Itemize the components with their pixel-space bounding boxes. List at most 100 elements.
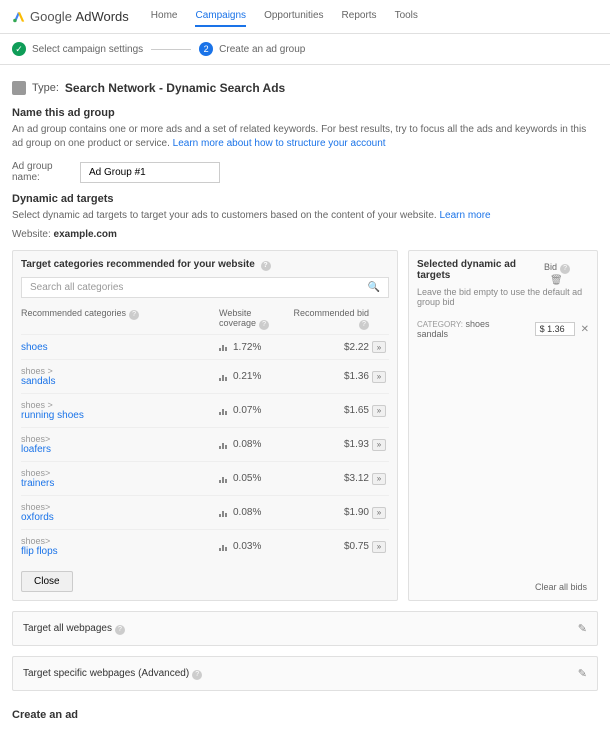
adgroup-name-input[interactable] [80, 162, 220, 183]
help-icon[interactable]: ? [192, 670, 202, 680]
cat-parent: shoes > [21, 366, 219, 376]
bid-value: $3.12 [289, 473, 369, 484]
step-1: ✓ Select campaign settings [12, 42, 143, 56]
category-row: shoes >running shoes0.07%$1.65» [21, 393, 389, 427]
close-button[interactable]: Close [21, 571, 73, 592]
add-category-button[interactable]: » [372, 439, 386, 451]
help-icon[interactable]: ? [261, 261, 271, 271]
target-specific-webpages-row[interactable]: Target specific webpages (Advanced)? ✎ [12, 656, 598, 691]
category-row: shoes>trainers 0.05% $3.12» [21, 461, 389, 495]
cat-parent: shoes> [21, 468, 219, 478]
cat-link[interactable]: flip flops [21, 546, 58, 557]
target-all-label: Target all webpages [23, 623, 112, 634]
category-row: shoes>loafers 0.08% $1.93» [21, 427, 389, 461]
bar-chart-icon [219, 509, 229, 517]
add-category-button[interactable]: » [372, 341, 386, 353]
add-category-button[interactable]: » [372, 473, 386, 485]
recommended-categories-panel: Target categories recommended for your w… [12, 250, 398, 601]
learn-structure-link[interactable]: Learn more about how to structure your a… [173, 138, 386, 149]
cat-link[interactable]: trainers [21, 478, 54, 489]
adgroup-name-label: Ad group name: [12, 161, 72, 183]
bid-value: $0.75 [289, 541, 369, 552]
category-row: shoes >sandals 0.21% $1.36» [21, 359, 389, 393]
website-label: Website: [12, 229, 51, 240]
targets-learn-link[interactable]: Learn more [439, 210, 490, 221]
target-all-webpages-row[interactable]: Target all webpages? ✎ [12, 611, 598, 646]
right-panel-title: Selected dynamic ad targets [417, 259, 544, 281]
bid-value: $1.93 [289, 439, 369, 450]
nav-home[interactable]: Home [151, 6, 178, 27]
cat-parent: shoes> [21, 536, 219, 546]
step-2: 2 Create an ad group [199, 42, 305, 56]
bid-value: $1.36 [289, 371, 369, 382]
type-value: Search Network - Dynamic Search Ads [65, 81, 285, 95]
adwords-logo-icon [12, 10, 26, 24]
selected-targets-panel: Selected dynamic ad targets Bid? 🗑 Leave… [408, 250, 598, 601]
website-value: example.com [54, 229, 117, 240]
cat-link[interactable]: running shoes [21, 410, 84, 421]
add-category-button[interactable]: » [372, 507, 386, 519]
cat-parent: shoes > [21, 400, 219, 410]
bid-input[interactable]: $ 1.36 [535, 322, 575, 336]
category-row: shoes>oxfords0.08%$1.90» [21, 495, 389, 529]
sel-cat-label: CATEGORY: [417, 320, 463, 329]
nav-opportunities[interactable]: Opportunities [264, 6, 323, 27]
cat-link[interactable]: shoes [21, 342, 48, 353]
bid-col-label: Bid [544, 262, 557, 272]
type-label: Type: [32, 82, 59, 94]
add-category-button[interactable]: » [372, 405, 386, 417]
step-number-icon: 2 [199, 42, 213, 56]
left-panel-title: Target categories recommended for your w… [21, 259, 255, 270]
nav-campaigns[interactable]: Campaigns [195, 6, 246, 27]
search-icon: 🔍 [368, 282, 380, 293]
nav-reports[interactable]: Reports [342, 6, 377, 27]
name-section-title: Name this ad group [12, 107, 598, 119]
edit-icon[interactable]: ✎ [578, 667, 587, 680]
remove-target-icon[interactable]: ✕ [581, 324, 589, 335]
category-row: shoes 1.72% $2.22» [21, 334, 389, 359]
help-icon[interactable]: ? [115, 625, 125, 635]
help-icon[interactable]: ? [560, 264, 570, 274]
step-connector [151, 49, 191, 50]
cat-link[interactable]: oxfords [21, 512, 54, 523]
cat-parent: shoes> [21, 434, 219, 444]
coverage-value: 1.72% [233, 342, 261, 353]
edit-icon[interactable]: ✎ [578, 622, 587, 635]
campaign-type-icon [12, 81, 26, 95]
cat-link[interactable]: loafers [21, 444, 51, 455]
bar-chart-icon [219, 441, 229, 449]
help-icon[interactable]: ? [259, 320, 269, 330]
nav-tools[interactable]: Tools [395, 6, 418, 27]
step-1-label: Select campaign settings [32, 44, 143, 55]
bid-value: $2.22 [289, 342, 369, 353]
coverage-value: 0.08% [233, 507, 261, 518]
search-placeholder: Search all categories [30, 282, 123, 293]
coverage-value: 0.07% [233, 405, 261, 416]
bar-chart-icon [219, 475, 229, 483]
category-search-input[interactable]: Search all categories 🔍 [21, 277, 389, 298]
col-bid: Recommended bid [293, 308, 369, 318]
coverage-value: 0.08% [233, 439, 261, 450]
create-ad-heading: Create an ad [12, 709, 598, 721]
targets-title: Dynamic ad targets [12, 193, 598, 205]
trash-icon[interactable]: 🗑 [550, 275, 563, 286]
help-icon[interactable]: ? [359, 320, 369, 330]
target-specific-label: Target specific webpages (Advanced) [23, 668, 189, 679]
coverage-value: 0.03% [233, 541, 261, 552]
clear-all-bids-link[interactable]: Clear all bids [535, 582, 587, 592]
logo: Google AdWords [12, 9, 129, 24]
add-category-button[interactable]: » [372, 541, 386, 553]
help-icon[interactable]: ? [129, 310, 139, 320]
bar-chart-icon [219, 543, 229, 551]
bid-currency: $ [540, 324, 545, 334]
main-nav: Home Campaigns Opportunities Reports Too… [151, 6, 418, 27]
step-2-label: Create an ad group [219, 44, 305, 55]
coverage-value: 0.05% [233, 473, 261, 484]
bar-chart-icon [219, 407, 229, 415]
bar-chart-icon [219, 343, 229, 351]
targets-desc: Select dynamic ad targets to target your… [12, 210, 437, 221]
add-category-button[interactable]: » [372, 371, 386, 383]
coverage-value: 0.21% [233, 371, 261, 382]
cat-link[interactable]: sandals [21, 376, 55, 387]
sel-cat-value: shoes [465, 319, 489, 329]
